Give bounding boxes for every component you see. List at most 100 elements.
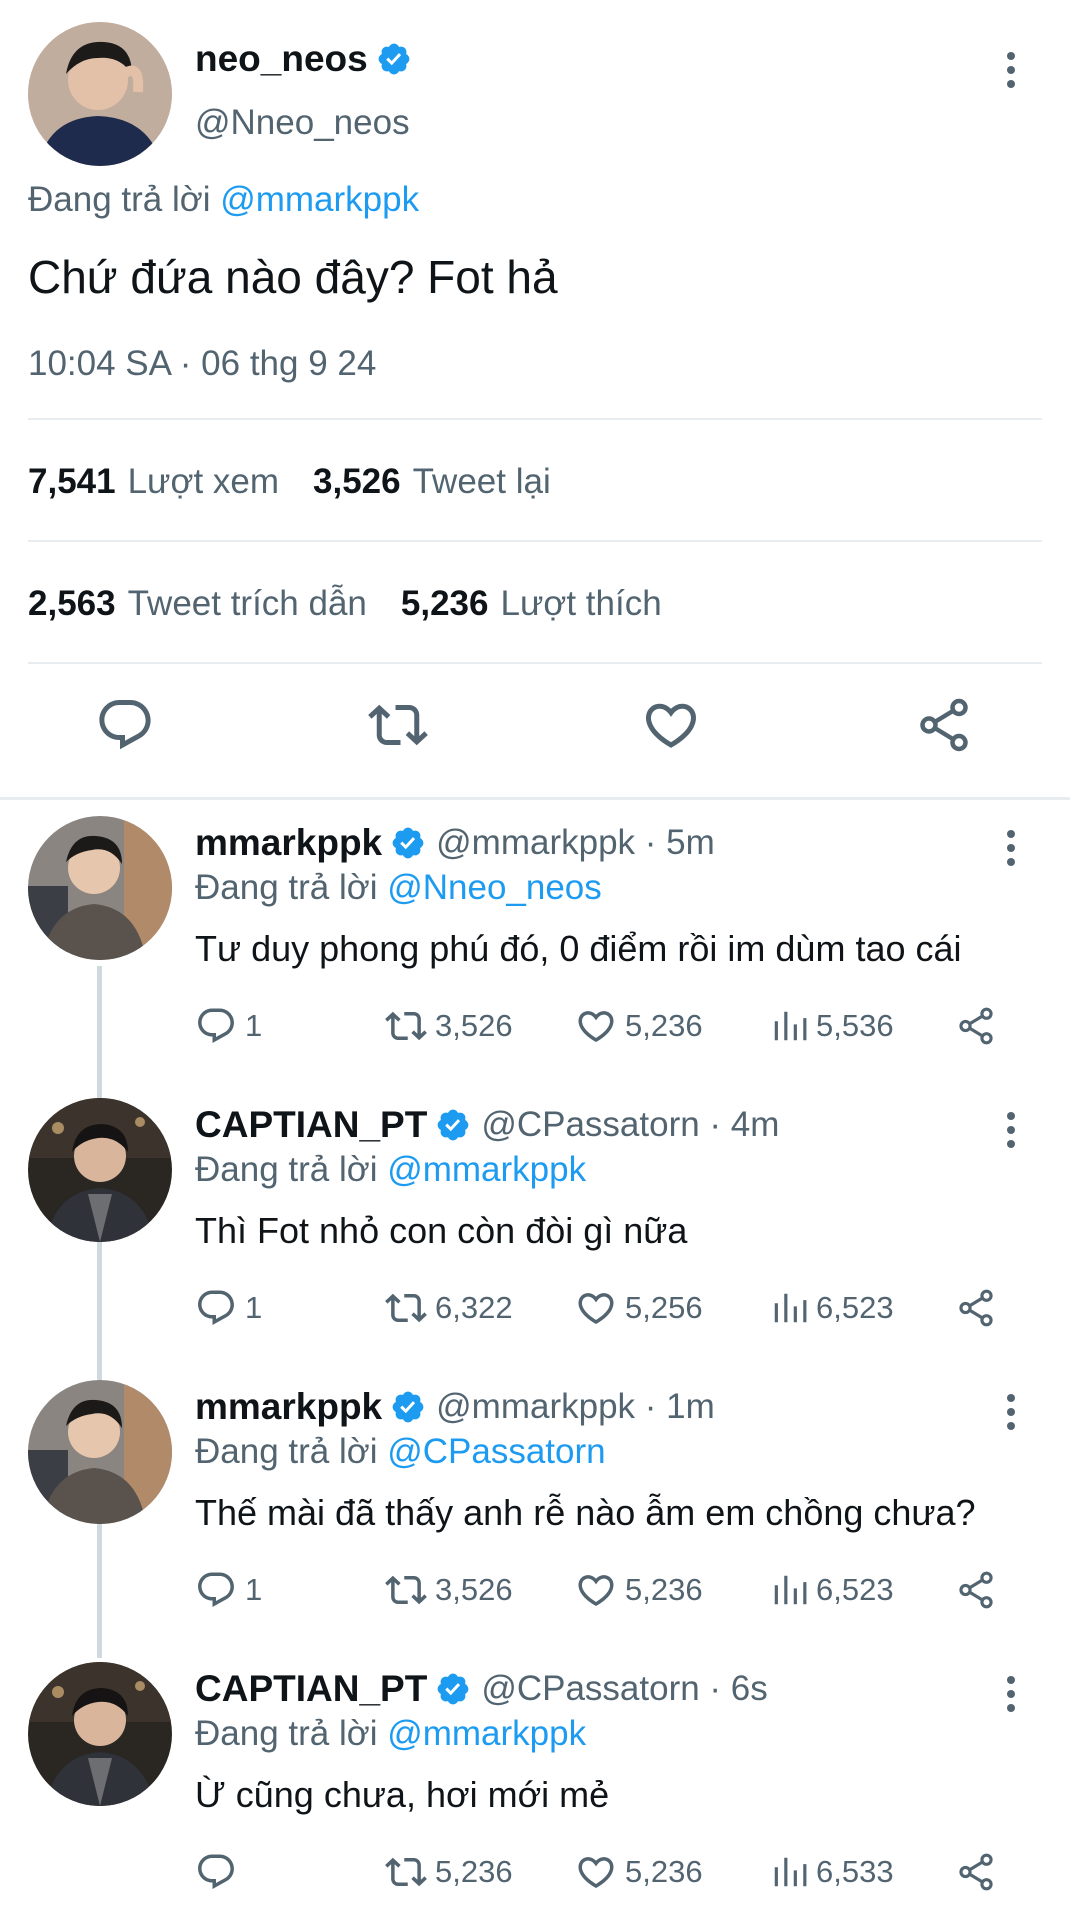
tweet-actions xyxy=(0,695,1070,765)
like-count: 5,236 xyxy=(625,1854,703,1889)
tweet-text: Thì Fot nhỏ con còn đòi gì nữa xyxy=(195,1210,688,1251)
reply-tweet[interactable]: CAPTIAN_PT @CPassatorn · 4m Đang trả lời… xyxy=(0,1098,1070,1379)
views-button[interactable]: 5,536 xyxy=(770,1001,894,1051)
views-icon xyxy=(770,1853,808,1891)
display-name[interactable]: CAPTIAN_PT xyxy=(195,1668,427,1710)
verified-badge-icon xyxy=(435,1671,471,1707)
share-icon[interactable] xyxy=(914,695,974,755)
replying-to: Đang trả lời @Nneo_neos xyxy=(195,868,602,907)
share-button[interactable] xyxy=(955,1283,997,1333)
views-button[interactable]: 6,523 xyxy=(770,1283,894,1333)
reply-tweet[interactable]: mmarkppk @mmarkppk · 1m Đang trả lời @CP… xyxy=(0,1380,1070,1661)
share-icon xyxy=(955,1851,997,1893)
views-button[interactable]: 6,533 xyxy=(770,1847,894,1897)
retweet-icon xyxy=(385,1005,427,1047)
avatar[interactable] xyxy=(28,1662,172,1806)
tweet-timestamp[interactable]: 10:04 SA · 06 thg 9 24 xyxy=(28,344,376,384)
retweet-button[interactable]: 3,526 xyxy=(385,1565,513,1615)
mention-link[interactable]: @mmarkppk xyxy=(387,1714,586,1753)
verified-badge-icon xyxy=(390,825,426,861)
reply-count: 1 xyxy=(245,1572,263,1607)
avatar[interactable] xyxy=(28,1098,172,1242)
handle-and-time[interactable]: @CPassatorn · 4m xyxy=(481,1105,779,1145)
likes-stat[interactable]: 5,236 Lượt thích xyxy=(401,584,662,624)
divider xyxy=(28,662,1042,664)
mention-link[interactable]: @mmarkppk xyxy=(387,1150,586,1189)
retweet-icon xyxy=(385,1851,427,1893)
share-icon xyxy=(955,1569,997,1611)
retweets-stat[interactable]: 3,526 Tweet lại xyxy=(313,462,551,502)
views-button[interactable]: 6,523 xyxy=(770,1565,894,1615)
share-icon xyxy=(955,1005,997,1047)
display-name[interactable]: mmarkppk xyxy=(195,1386,382,1428)
like-button[interactable]: 5,236 xyxy=(575,1565,703,1615)
tweet-actions: 1 6,322 5,256 6,523 xyxy=(195,1283,1035,1333)
display-name[interactable]: CAPTIAN_PT xyxy=(195,1104,427,1146)
quotes-stat[interactable]: 2,563 Tweet trích dẫn xyxy=(28,584,367,624)
avatar[interactable] xyxy=(28,816,172,960)
replying-prefix: Đang trả lời xyxy=(28,180,211,219)
verified-badge-icon xyxy=(435,1107,471,1143)
section-divider xyxy=(0,797,1070,800)
more-options-icon[interactable] xyxy=(997,826,1025,870)
retweet-icon[interactable] xyxy=(368,695,428,755)
more-options-icon[interactable] xyxy=(997,1108,1025,1152)
like-icon xyxy=(575,1851,617,1893)
reply-button[interactable]: 1 xyxy=(195,1001,262,1051)
display-name[interactable]: neo_neos xyxy=(195,38,368,80)
reply-button[interactable]: 1 xyxy=(195,1283,262,1333)
tweet-actions: 1 3,526 5,236 5,536 xyxy=(195,1001,1035,1051)
retweet-button[interactable]: 3,526 xyxy=(385,1001,513,1051)
avatar[interactable] xyxy=(28,1380,172,1524)
more-options-icon[interactable] xyxy=(997,1390,1025,1434)
handle-and-time[interactable]: @CPassatorn · 6s xyxy=(481,1669,767,1709)
share-button[interactable] xyxy=(955,1001,997,1051)
retweet-count: 5,236 xyxy=(435,1854,513,1889)
views-icon xyxy=(770,1571,808,1609)
reply-button[interactable]: 1 xyxy=(195,1565,262,1615)
tweet-text: Chứ đứa nào đây? Fot hả xyxy=(28,251,558,303)
handle[interactable]: @Nneo_neos xyxy=(195,103,410,143)
like-icon xyxy=(575,1569,617,1611)
share-button[interactable] xyxy=(955,1847,997,1897)
retweet-count: 3,526 xyxy=(435,1572,513,1607)
like-button[interactable]: 5,236 xyxy=(575,1001,703,1051)
display-name[interactable]: mmarkppk xyxy=(195,822,382,864)
like-count: 5,256 xyxy=(625,1290,703,1325)
like-button[interactable]: 5,236 xyxy=(575,1847,703,1897)
handle-and-time[interactable]: @mmarkppk · 5m xyxy=(436,823,715,863)
stats-row: 7,541 Lượt xem 3,526 Tweet lại xyxy=(28,462,551,502)
mention-link[interactable]: @Nneo_neos xyxy=(387,868,602,907)
reply-icon xyxy=(195,1569,237,1611)
tweet-actions: 1 3,526 5,236 6,523 xyxy=(195,1565,1035,1615)
more-options-icon[interactable] xyxy=(997,48,1025,92)
views-count: 6,533 xyxy=(816,1854,894,1889)
like-count: 5,236 xyxy=(625,1572,703,1607)
reply-count: 1 xyxy=(245,1290,263,1325)
retweet-count: 6,322 xyxy=(435,1290,513,1325)
share-icon xyxy=(955,1287,997,1329)
handle-and-time[interactable]: @mmarkppk · 1m xyxy=(436,1387,715,1427)
stats-row: 2,563 Tweet trích dẫn 5,236 Lượt thích xyxy=(28,584,662,624)
reply-icon[interactable] xyxy=(95,695,155,755)
tweet-actions: 5,236 5,236 6,533 xyxy=(195,1847,1035,1897)
divider xyxy=(28,418,1042,420)
like-icon xyxy=(575,1287,617,1329)
mention-link[interactable]: @CPassatorn xyxy=(387,1432,605,1471)
replying-to: Đang trả lời @mmarkppk xyxy=(195,1150,587,1189)
share-button[interactable] xyxy=(955,1565,997,1615)
reply-tweet[interactable]: CAPTIAN_PT @CPassatorn · 6s Đang trả lời… xyxy=(0,1662,1070,1920)
reply-tweet[interactable]: mmarkppk @mmarkppk · 5m Đang trả lời @Nn… xyxy=(0,816,1070,1097)
replying-to: Đang trả lời @mmarkppk xyxy=(28,180,419,220)
mention-link[interactable]: @mmarkppk xyxy=(220,180,419,219)
like-icon[interactable] xyxy=(641,695,701,755)
avatar[interactable] xyxy=(28,22,172,166)
tweet-text: Tư duy phong phú đó, 0 điểm rồi im dùm t… xyxy=(195,928,962,969)
retweet-button[interactable]: 5,236 xyxy=(385,1847,513,1897)
more-options-icon[interactable] xyxy=(997,1672,1025,1716)
retweet-button[interactable]: 6,322 xyxy=(385,1283,513,1333)
divider xyxy=(28,540,1042,542)
verified-badge-icon xyxy=(376,41,412,77)
like-button[interactable]: 5,256 xyxy=(575,1283,703,1333)
reply-button[interactable] xyxy=(195,1847,245,1897)
